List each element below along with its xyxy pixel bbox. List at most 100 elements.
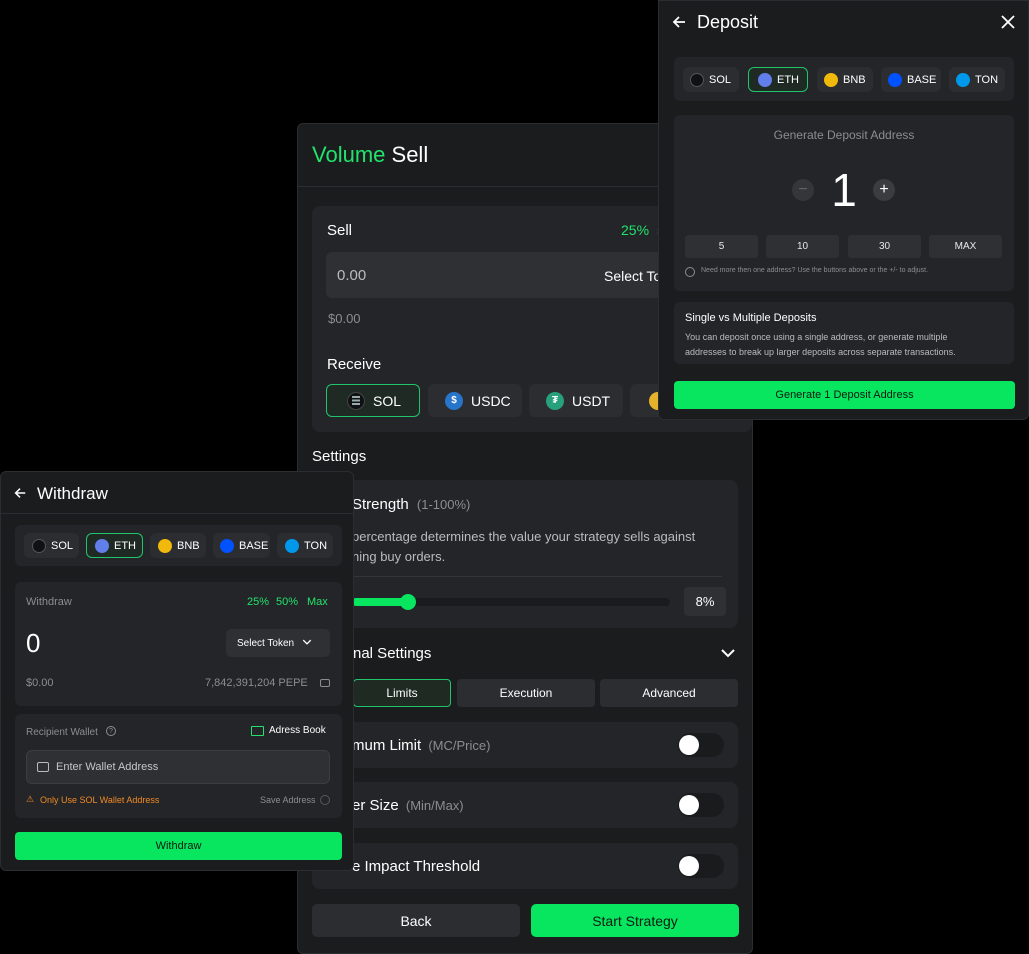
chain-bnb-chip[interactable]: BNB: [150, 533, 206, 558]
token-balance: 7,842,391,204 PEPE: [205, 677, 308, 689]
chain-sol-chip[interactable]: SOL: [683, 67, 739, 92]
pct-50-button[interactable]: 50%: [276, 596, 298, 608]
withdraw-submit-label: Withdraw: [155, 840, 202, 852]
strength-range: (1-100%): [416, 497, 471, 512]
decrement-button[interactable]: −: [792, 179, 814, 201]
settings-label: Settings: [312, 448, 367, 465]
back-arrow-icon[interactable]: [13, 486, 27, 505]
receive-usdt-chip[interactable]: ₮ USDT: [529, 384, 623, 417]
receive-usdt-label: USDT: [572, 392, 611, 409]
usdc-icon: $: [445, 391, 463, 410]
base-icon: [220, 538, 234, 553]
sol-warning-text: Only Use SOL Wallet Address: [40, 795, 160, 805]
info-title: Single vs Multiple Deposits: [685, 312, 817, 324]
receive-usdc-chip[interactable]: $ USDC: [428, 384, 522, 417]
help-icon: ?: [106, 726, 116, 736]
ethereum-icon: [95, 538, 109, 553]
bnb-icon: [824, 72, 838, 87]
chain-selector: SOL ETH BNB BASE TON: [674, 57, 1014, 101]
limit-row-label: mum Limit (MC/Price): [352, 737, 490, 754]
chain-bnb-chip[interactable]: BNB: [817, 67, 873, 92]
tab-limits[interactable]: Limits: [353, 679, 451, 707]
preset-30-button[interactable]: 30: [848, 235, 921, 258]
strength-title: Strength (1-100%): [352, 496, 470, 513]
save-address-checkbox[interactable]: [320, 795, 330, 805]
limit-toggle[interactable]: [678, 854, 724, 878]
receive-usdc-label: USDC: [471, 392, 511, 409]
solana-icon: [690, 72, 704, 87]
deposit-title: Deposit: [697, 12, 759, 32]
receive-sol-chip[interactable]: SOL: [326, 384, 420, 417]
wallet-address-placeholder: Enter Wallet Address: [56, 761, 159, 773]
pct-max-button[interactable]: Max: [307, 596, 328, 608]
chain-base-chip[interactable]: BASE: [881, 67, 941, 92]
chain-base-chip[interactable]: BASE: [213, 533, 270, 558]
back-arrow-icon[interactable]: [671, 14, 687, 35]
receive-sol-label: SOL: [373, 392, 402, 409]
withdraw-submit-button[interactable]: Withdraw: [15, 832, 342, 860]
address-count: 1: [831, 164, 857, 216]
preset-max-button[interactable]: MAX: [929, 235, 1002, 258]
withdraw-amount-input[interactable]: 0: [26, 628, 40, 659]
chain-label: SOL: [51, 539, 74, 552]
preset-label: 5: [718, 241, 725, 252]
tab-execution[interactable]: Execution: [457, 679, 595, 707]
recipient-label: Recipient Wallet: [26, 727, 98, 738]
chain-ton-chip[interactable]: TON: [277, 533, 333, 558]
chain-label: BNB: [843, 73, 866, 86]
chain-eth-chip[interactable]: ETH: [86, 533, 143, 558]
chain-label: ETH: [777, 73, 799, 86]
chain-label: TON: [975, 73, 999, 86]
address-book-label: Adress Book: [269, 725, 326, 736]
chain-label: TON: [304, 539, 328, 552]
tab-advanced[interactable]: Advanced: [600, 679, 738, 707]
chain-label: BASE: [239, 539, 269, 552]
strength-slider-track[interactable]: [352, 594, 670, 610]
limit-row-label-text: e Impact Threshold: [352, 858, 481, 875]
strength-title-text: Strength: [352, 496, 409, 513]
strength-value-box[interactable]: 8%: [684, 587, 726, 616]
preset-5-button[interactable]: 5: [685, 235, 758, 258]
pct-25-button[interactable]: 25%: [621, 222, 649, 238]
sell-label: Sell: [327, 222, 353, 239]
sell-amount-value: 0.00: [337, 267, 367, 284]
wallet-icon: [37, 762, 49, 772]
generate-label: Generate Deposit Address: [773, 128, 915, 142]
chain-label: BASE: [907, 73, 937, 86]
usdt-icon: ₮: [546, 391, 564, 410]
ton-icon: [285, 538, 299, 553]
increment-button[interactable]: +: [873, 179, 895, 201]
close-icon[interactable]: [1001, 15, 1015, 34]
back-button[interactable]: Back: [312, 904, 520, 937]
generate-address-card: Generate Deposit Address − 1 + 5 10 30 M…: [674, 115, 1014, 291]
select-token-button[interactable]: Select To: [604, 268, 661, 284]
strength-desc-line1: percentage determines the value your str…: [352, 529, 696, 544]
chain-selector: SOL ETH BNB BASE TON: [15, 525, 342, 566]
preset-10-button[interactable]: 10: [766, 235, 839, 258]
withdraw-title: Withdraw: [37, 484, 108, 503]
select-token-button[interactable]: Select Token: [226, 629, 330, 657]
chain-ton-chip[interactable]: TON: [949, 67, 1005, 92]
tab-limits-label: Limits: [386, 686, 418, 700]
hint-text: Need more then one address? Use the butt…: [701, 267, 929, 274]
base-icon: [888, 72, 902, 87]
limit-row-order-size: er Size (Min/Max): [312, 782, 738, 828]
chevron-down-icon[interactable]: [720, 645, 736, 666]
toggle-knob: [679, 795, 699, 815]
toggle-knob: [679, 735, 699, 755]
pct-25-button[interactable]: 25%: [247, 596, 269, 608]
optional-settings-label: nal Settings: [353, 645, 432, 662]
limit-toggle[interactable]: [678, 733, 724, 757]
recipient-card: Recipient Wallet ? Adress Book Enter Wal…: [15, 714, 342, 818]
wallet-address-input[interactable]: Enter Wallet Address: [26, 750, 330, 784]
info-body-line1: You can deposit once using a single addr…: [685, 332, 948, 342]
strength-slider-handle[interactable]: [400, 594, 416, 610]
info-body-line2: addresses to break up larger deposits ac…: [685, 347, 956, 357]
chain-sol-chip[interactable]: SOL: [24, 533, 79, 558]
strength-value: 8%: [695, 594, 715, 609]
address-book-link[interactable]: Adress Book: [251, 725, 326, 736]
generate-deposit-button[interactable]: Generate 1 Deposit Address: [674, 381, 1015, 409]
limit-toggle[interactable]: [678, 793, 724, 817]
chain-eth-chip[interactable]: ETH: [748, 67, 808, 92]
start-strategy-button[interactable]: Start Strategy: [531, 904, 739, 937]
